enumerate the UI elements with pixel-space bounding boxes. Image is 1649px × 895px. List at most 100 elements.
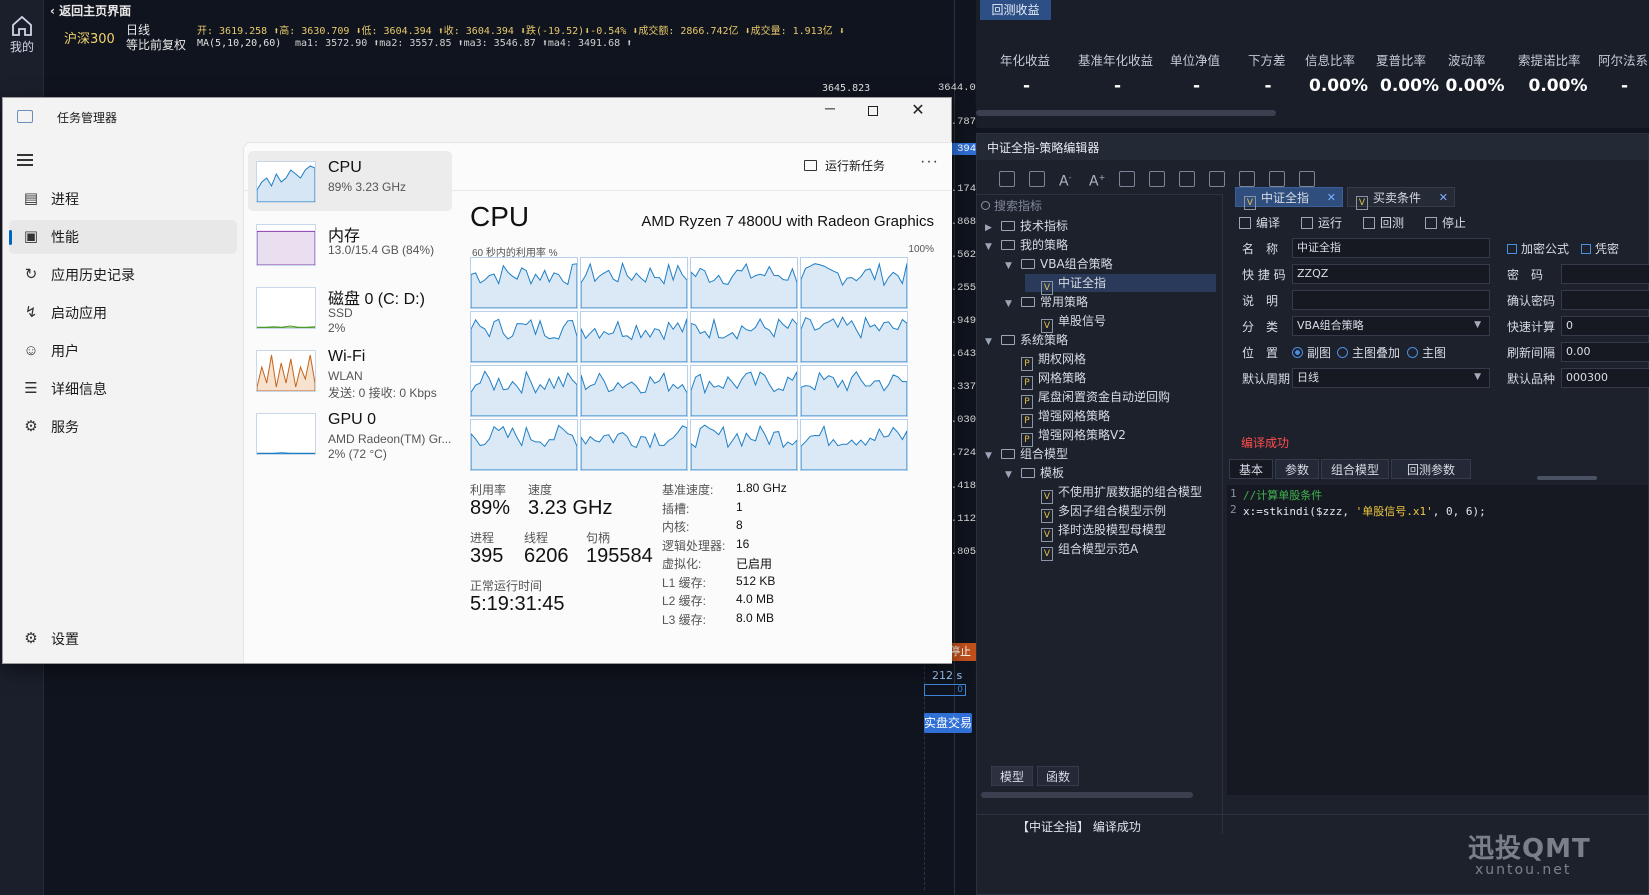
tree-item[interactable]: V 中证全指 (1025, 274, 1216, 295)
backtest-scrollbar[interactable] (976, 110, 1276, 116)
default-period-select[interactable]: 日线 ▼ (1292, 368, 1490, 388)
action-run[interactable]: 运行 (1301, 214, 1342, 231)
find-icon[interactable] (1179, 171, 1195, 187)
file-tab[interactable]: V 中证全指 ✕ (1235, 187, 1343, 210)
tab-backtest-returns[interactable]: 回测收益 (980, 0, 1051, 20)
description-input[interactable] (1292, 290, 1490, 310)
resource-item[interactable]: 磁盘 0 (C: D:) SSD 2% (248, 277, 452, 337)
quick-calc-input[interactable]: 0 (1561, 316, 1649, 336)
indicator-search-input[interactable]: 搜索指标 (981, 197, 1217, 215)
nav-details[interactable]: ☰ 详细信息 (9, 372, 237, 406)
home-label: 我的 (9, 40, 34, 54)
tree-item[interactable]: P 尾盘闲置资金自动逆回购 (1005, 388, 1170, 409)
expand-arrow-icon[interactable]: ▼ (1005, 295, 1015, 313)
font-smaller-icon[interactable]: A- (1059, 171, 1075, 189)
tree-item[interactable]: V 不使用扩展数据的组合模型 (1025, 483, 1202, 504)
live-trade-button[interactable]: 实盘交易 (924, 713, 972, 733)
category-select[interactable]: VBA组合策略 ▼ (1292, 316, 1490, 336)
expand-arrow-icon[interactable]: ▼ (1005, 466, 1015, 484)
hotkey-input[interactable]: ZZQZ (1292, 264, 1490, 284)
tree-item[interactable]: V 择时选股模型母模型 (1025, 521, 1166, 542)
tree-item[interactable]: ▼ 模板 (1005, 464, 1064, 482)
import-icon[interactable] (1119, 171, 1135, 187)
nav-startup[interactable]: ↯ 启动应用 (9, 296, 237, 330)
code-tab[interactable]: 组合模型 (1321, 459, 1389, 479)
tree-item[interactable]: ▼ 组合模型 (985, 445, 1068, 463)
resource-item[interactable]: Wi-Fi WLAN 发送: 0 接收: 0 Kbps (248, 340, 452, 400)
close-tab-icon[interactable]: ✕ (1439, 188, 1448, 208)
nav-settings[interactable]: ⚙ 设置 (9, 622, 237, 656)
expand-arrow-icon[interactable]: ▼ (985, 333, 995, 351)
tree-item[interactable]: ▶ 技术指标 (985, 217, 1068, 235)
nav-performance[interactable]: ▣ 性能 (9, 220, 237, 254)
tree-item[interactable]: P 期权网格 (1005, 350, 1086, 371)
more-options-icon[interactable]: ··· (920, 153, 939, 171)
tree-scrollbar[interactable] (981, 792, 1193, 798)
help-icon[interactable] (1299, 171, 1315, 187)
maximize-button[interactable] (863, 102, 883, 122)
position-radio[interactable]: 副图 (1292, 344, 1331, 361)
back-to-home-link[interactable]: ‹ 返回主页界面 (50, 2, 131, 19)
action-stop[interactable]: 停止 (1425, 214, 1466, 231)
metric-header: 下方差 (1248, 53, 1286, 68)
home-button[interactable]: 我的 (6, 14, 38, 64)
position-radio[interactable]: 主图 (1407, 344, 1446, 361)
tree-item[interactable]: ▼ 常用策略 (1005, 293, 1088, 311)
action-backtest[interactable]: 回测 (1363, 214, 1404, 231)
settings-icon[interactable] (1269, 171, 1285, 187)
code-editor[interactable] (1227, 485, 1648, 795)
folder-icon (1001, 240, 1015, 250)
radio-label: 主图 (1422, 346, 1447, 360)
tree-item[interactable]: P 网格策略 (1005, 369, 1086, 390)
resource-item[interactable]: 内存 13.0/15.4 GB (84%) (248, 214, 452, 274)
confirm-password-input[interactable] (1561, 290, 1649, 310)
font-larger-icon[interactable]: A+ (1089, 171, 1105, 189)
tree-item[interactable]: P 增强网格策略 (1005, 407, 1110, 428)
save-all-icon[interactable] (1029, 171, 1045, 187)
download-icon[interactable] (1209, 171, 1225, 187)
password-input[interactable] (1561, 264, 1649, 284)
position-radio[interactable]: 主图叠加 (1337, 344, 1400, 361)
tree-item[interactable]: P 增强网格策略V2 (1005, 426, 1126, 447)
nav-services[interactable]: ⚙ 服务 (9, 410, 237, 444)
code-tab[interactable]: 回测参数 (1391, 459, 1471, 479)
run-new-task-button[interactable]: 运行新任务 (804, 157, 885, 174)
name-input[interactable]: 中证全指 (1292, 238, 1490, 258)
expand-arrow-icon[interactable]: ▶ (985, 219, 995, 237)
resource-item[interactable]: CPU 89% 3.23 GHz (248, 151, 452, 211)
expand-arrow-icon[interactable]: ▼ (1005, 257, 1015, 275)
upload-icon[interactable] (1239, 171, 1255, 187)
splitter-handle[interactable] (1537, 476, 1597, 480)
code-tab[interactable]: 基本 (1229, 459, 1273, 479)
close-button[interactable]: ✕ (907, 100, 929, 122)
minimize-button[interactable]: ─ (819, 100, 841, 122)
expand-arrow-icon[interactable]: ▼ (985, 238, 995, 256)
tree-item[interactable]: ▼ 系统策略 (985, 331, 1068, 349)
detail-value: 16 (736, 536, 750, 551)
tree-item-label: 我的策略 (1020, 238, 1069, 252)
save-icon[interactable] (999, 171, 1015, 187)
metric-value: 0.00% (1309, 76, 1368, 96)
export-icon[interactable] (1149, 171, 1165, 187)
nav-app-history[interactable]: ↻ 应用历史记录 (9, 258, 237, 292)
resource-item[interactable]: GPU 0 AMD Radeon(TM) Gr... 2% (72 °C) (248, 403, 452, 463)
tree-item[interactable]: ▼ VBA组合策略 (1005, 255, 1113, 273)
tree-item[interactable]: V 组合模型示范A (1025, 540, 1138, 561)
voucher-checkbox[interactable]: 凭密 (1581, 240, 1619, 257)
close-tab-icon[interactable]: ✕ (1327, 188, 1336, 208)
nav-users[interactable]: ☺ 用户 (9, 334, 237, 368)
refresh-interval-input[interactable]: 0.00 (1561, 342, 1649, 362)
encrypt-checkbox[interactable]: 加密公式 (1507, 240, 1569, 257)
default-stock-input[interactable]: 000300 (1561, 368, 1649, 388)
tree-item[interactable]: V 单股信号 (1025, 312, 1106, 333)
nav-processes[interactable]: ▤ 进程 (9, 182, 237, 216)
bottom-tab[interactable]: 函数 (1037, 766, 1080, 786)
expand-arrow-icon[interactable]: ▼ (985, 447, 995, 465)
code-tab[interactable]: 参数 (1275, 459, 1319, 479)
action-compile[interactable]: 编译 (1239, 214, 1280, 231)
bottom-tab[interactable]: 模型 (991, 766, 1034, 786)
tree-item[interactable]: ▼ 我的策略 (985, 236, 1068, 254)
hamburger-menu-icon[interactable] (17, 154, 33, 166)
tree-item[interactable]: V 多因子组合模型示例 (1025, 502, 1166, 523)
file-tab[interactable]: V 买卖条件 ✕ (1347, 187, 1455, 210)
